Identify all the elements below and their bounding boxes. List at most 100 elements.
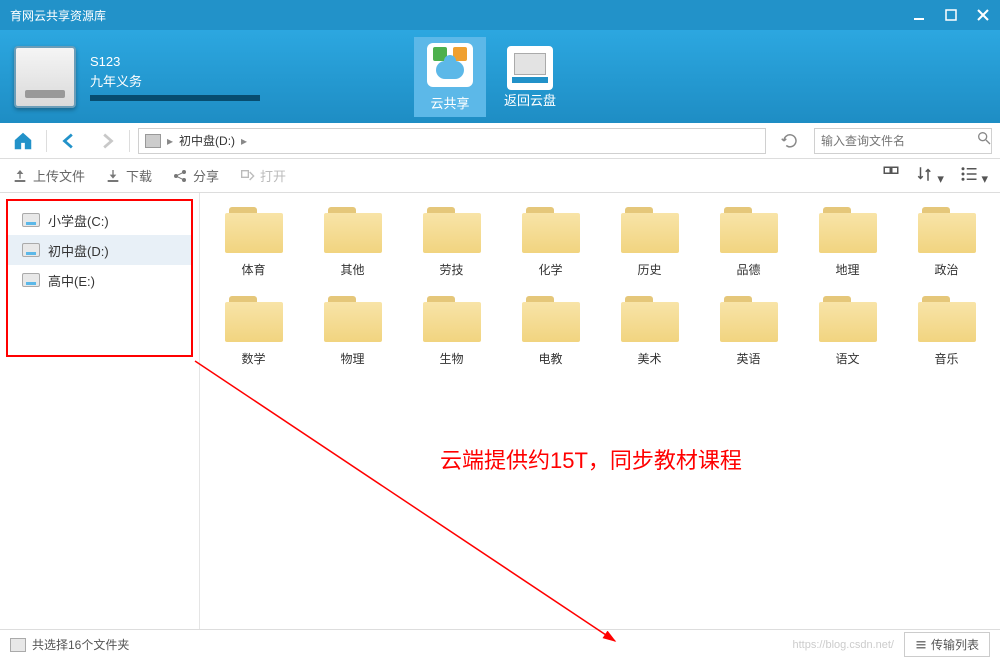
folder-label: 政治 [934, 261, 958, 278]
forward-button[interactable] [91, 127, 121, 155]
disk-icon [22, 243, 40, 257]
drive-item-c[interactable]: 小学盘(C:) [8, 205, 191, 235]
folder-item[interactable]: 政治 [899, 203, 994, 282]
folder-icon [324, 207, 382, 253]
header-tabs: 云共享 返回云盘 [414, 37, 566, 117]
disk-icon [22, 273, 40, 287]
folder-item[interactable]: 物理 [305, 292, 400, 371]
folder-item[interactable]: 化学 [503, 203, 598, 282]
folder-label: 体育 [241, 261, 265, 278]
upload-button[interactable]: 上传文件 [12, 166, 85, 185]
folder-item[interactable]: 英语 [701, 292, 796, 371]
status-disk-icon [10, 638, 26, 652]
annotation-arrow [165, 351, 645, 661]
folder-icon [720, 296, 778, 342]
folder-icon [621, 296, 679, 342]
folder-icon [225, 296, 283, 342]
drive-label: 初中盘(D:) [48, 241, 109, 260]
folder-item[interactable]: 历史 [602, 203, 697, 282]
toolbar: 上传文件 下载 分享 打开 ▾ ▾ [0, 159, 1000, 193]
storage-bar [90, 95, 260, 101]
folder-icon [423, 207, 481, 253]
view-mode-button[interactable] [882, 165, 900, 186]
tab-cloud-label: 云共享 [430, 93, 469, 112]
cloud-share-icon [427, 43, 473, 87]
user-info: S123 九年义务 [90, 52, 260, 101]
folder-icon [819, 296, 877, 342]
folder-icon [720, 207, 778, 253]
open-label: 打开 [260, 166, 286, 185]
share-button[interactable]: 分享 [172, 166, 219, 185]
folder-item[interactable]: 音乐 [899, 292, 994, 371]
folder-item[interactable]: 生物 [404, 292, 499, 371]
return-disk-icon [507, 46, 553, 90]
folder-label: 地理 [835, 261, 859, 278]
minimize-button[interactable] [912, 8, 926, 22]
user-disk-icon [14, 46, 76, 108]
open-button[interactable]: 打开 [239, 166, 286, 185]
transfer-label: 传输列表 [931, 636, 979, 653]
folder-label: 电教 [538, 350, 562, 367]
folder-item[interactable]: 电教 [503, 292, 598, 371]
folder-icon [819, 207, 877, 253]
maximize-button[interactable] [944, 8, 958, 22]
user-grade: 九年义务 [90, 72, 260, 92]
navbar: ▸ 初中盘(D:) ▸ [0, 123, 1000, 159]
folder-icon [621, 207, 679, 253]
tab-return-label: 返回云盘 [504, 90, 556, 109]
folder-icon [324, 296, 382, 342]
folder-item[interactable]: 语文 [800, 292, 895, 371]
folder-label: 英语 [736, 350, 760, 367]
breadcrumb-disk-icon [145, 134, 161, 148]
folder-icon [918, 207, 976, 253]
back-button[interactable] [55, 127, 85, 155]
folder-label: 品德 [736, 261, 760, 278]
refresh-button[interactable] [775, 127, 805, 155]
list-view-button[interactable]: ▾ [960, 165, 988, 187]
folder-label: 历史 [637, 261, 661, 278]
folder-item[interactable]: 地理 [800, 203, 895, 282]
app-title: 育网云共享资源库 [10, 7, 912, 24]
folder-icon [423, 296, 481, 342]
folder-item[interactable]: 其他 [305, 203, 400, 282]
folder-item[interactable]: 品德 [701, 203, 796, 282]
header: S123 九年义务 云共享 返回云盘 [0, 30, 1000, 123]
folder-label: 音乐 [934, 350, 958, 367]
folder-item[interactable]: 数学 [206, 292, 301, 371]
search-box [814, 128, 992, 154]
transfer-list-button[interactable]: 传输列表 [904, 632, 990, 657]
search-input[interactable] [821, 134, 976, 148]
annotation: 云端提供约15T，同步教材课程 [440, 443, 742, 475]
drive-label: 高中(E:) [48, 271, 95, 290]
disk-icon [22, 213, 40, 227]
content-area: 小学盘(C:) 初中盘(D:) 高中(E:) 体育 其他劳技 化学历史 品德 地理 政治数… [0, 193, 1000, 629]
folder-icon [522, 296, 580, 342]
folder-item[interactable]: 体育 [206, 203, 301, 282]
folder-label: 劳技 [439, 261, 463, 278]
annotation-text: 云端提供约15T，同步教材课程 [440, 443, 742, 475]
tab-cloud-share[interactable]: 云共享 [414, 37, 486, 117]
folder-icon [918, 296, 976, 342]
folder-item[interactable]: 劳技 [404, 203, 499, 282]
folder-icon [522, 207, 580, 253]
watermark: https://blog.csdn.net/ [792, 639, 894, 651]
close-button[interactable] [976, 8, 990, 22]
breadcrumb[interactable]: ▸ 初中盘(D:) ▸ [138, 128, 766, 154]
drive-item-d[interactable]: 初中盘(D:) [8, 235, 191, 265]
download-label: 下载 [126, 166, 152, 185]
sidebar: 小学盘(C:) 初中盘(D:) 高中(E:) [0, 193, 200, 629]
view-controls: ▾ ▾ [882, 165, 988, 187]
user-code: S123 [90, 52, 260, 72]
drive-list-highlight: 小学盘(C:) 初中盘(D:) 高中(E:) [6, 199, 193, 357]
titlebar: 育网云共享资源库 [0, 0, 1000, 30]
folder-item[interactable]: 美术 [602, 292, 697, 371]
download-button[interactable]: 下载 [105, 166, 152, 185]
share-label: 分享 [193, 166, 219, 185]
folder-view: 体育 其他劳技 化学历史 品德 地理 政治数学物理生物电教 美术英语 语文 音乐 云端提供约15… [200, 193, 1000, 629]
home-button[interactable] [8, 127, 38, 155]
folder-label: 语文 [835, 350, 859, 367]
sort-button[interactable]: ▾ [916, 165, 944, 187]
search-icon[interactable] [976, 130, 992, 151]
tab-return-disk[interactable]: 返回云盘 [494, 37, 566, 117]
drive-item-e[interactable]: 高中(E:) [8, 265, 191, 295]
